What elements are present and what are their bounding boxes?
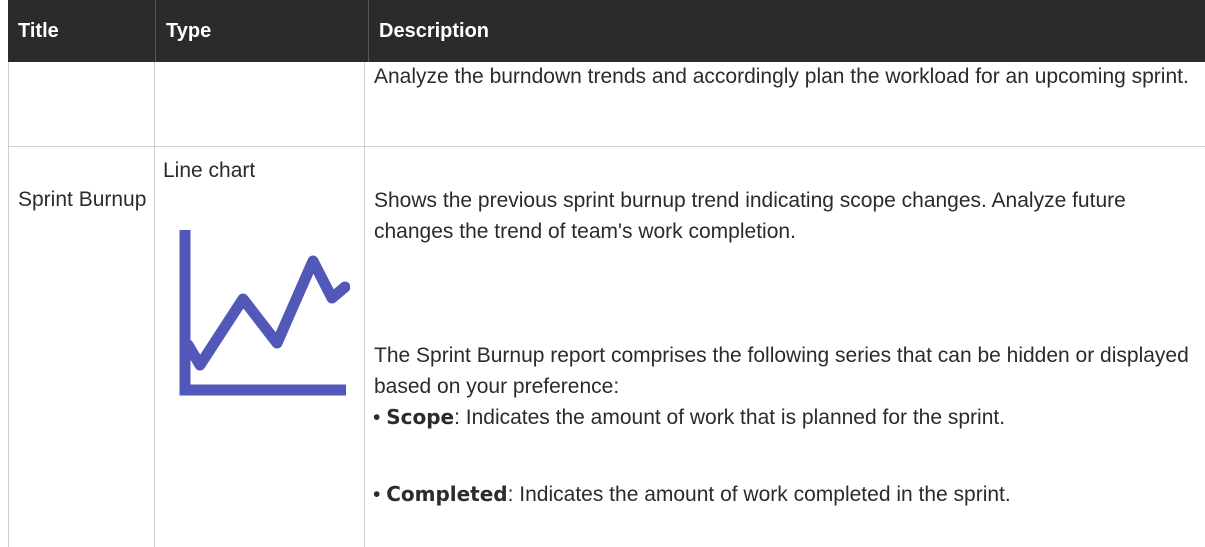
docs-table: Title Type Description Analyze the burnd… (0, 0, 1205, 547)
row-type: Line chart (163, 159, 256, 182)
header-description: Description (368, 0, 1205, 62)
bullet-text: : Indicates the amount of work completed… (507, 483, 1011, 506)
row-description-p2: The Sprint Burnup report comprises the f… (374, 344, 1189, 398)
bullet-marker: • (373, 483, 387, 506)
column-divider (154, 62, 155, 547)
row-title: Sprint Burnup (18, 188, 147, 211)
column-divider (364, 62, 365, 547)
bullet-text: : Indicates the amount of work that is p… (454, 406, 1006, 429)
row-description-p1: Shows the previous sprint burnup trend i… (374, 189, 1126, 243)
bullet-term: Scope (386, 405, 455, 429)
table-header: Title Type Description (8, 0, 1205, 62)
list-item: • Completed: Indicates the amount of wor… (373, 479, 1188, 510)
line-chart-icon (179, 230, 350, 396)
list-item: • Scope: Indicates the amount of work th… (373, 402, 1188, 433)
row-description: Analyze the burndown trends and accordin… (374, 65, 1189, 88)
header-type: Type (155, 0, 368, 62)
header-title: Title (18, 20, 59, 42)
column-divider (8, 62, 9, 547)
bullet-term: Completed (386, 482, 508, 506)
row-divider (8, 146, 1205, 147)
bullet-marker: • (373, 406, 387, 429)
